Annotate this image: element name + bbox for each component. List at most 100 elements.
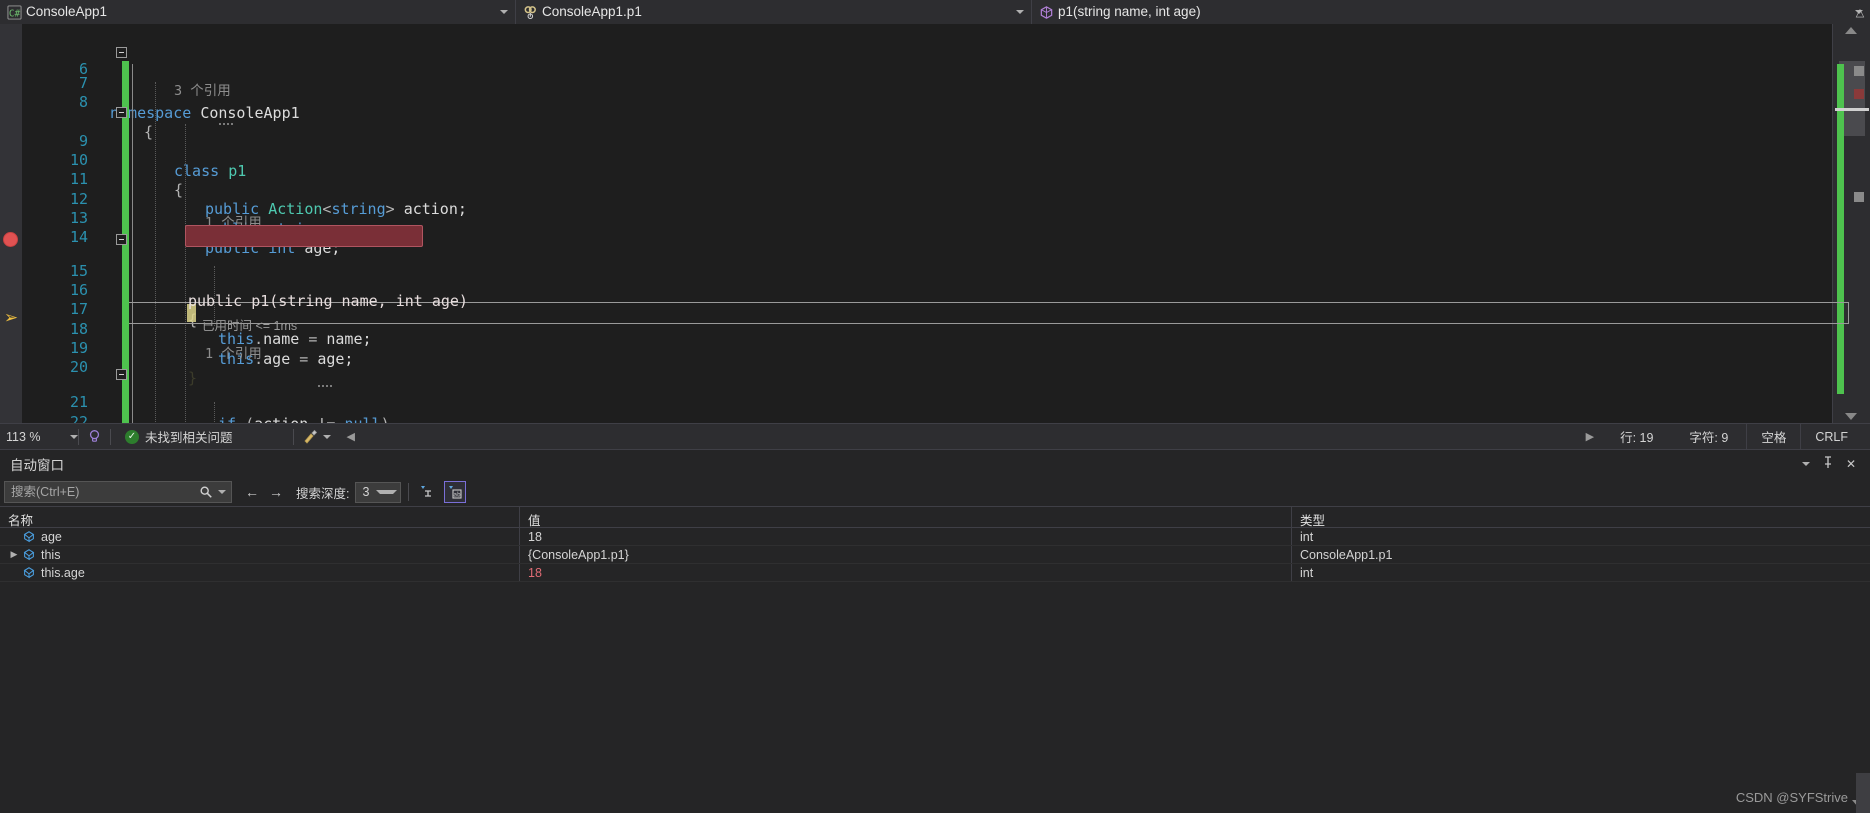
- column-header-value[interactable]: 值: [520, 507, 1292, 529]
- scrollbar-marker: [1854, 66, 1864, 76]
- code-line-partial: if (action != null): [218, 415, 390, 423]
- line-indicator: 行: 19: [1620, 431, 1654, 445]
- code-editor[interactable]: ➢ using System.Threading.Tasks; 6 7: [0, 24, 1870, 423]
- char-indicator: 字符: 9: [1689, 431, 1729, 445]
- column-header-type[interactable]: 类型: [1292, 507, 1870, 529]
- field-icon: [22, 548, 36, 562]
- chevron-down-icon[interactable]: [70, 434, 78, 439]
- table-row[interactable]: this.age 18 int: [0, 564, 1870, 582]
- svg-text:ab: ab: [454, 492, 462, 499]
- divider: [408, 483, 410, 501]
- code-line-breakpoint[interactable]: 15 public p1(string name, int age): [22, 226, 1870, 310]
- collapse-toggle-method[interactable]: [116, 369, 127, 380]
- problems-status[interactable]: ✓ 未找到相关问题: [111, 424, 241, 450]
- variable-name-cell[interactable]: this.age: [0, 564, 520, 581]
- watermark-text: CSDN @SYFStrive: [1735, 790, 1848, 805]
- search-options-chevron-down-icon[interactable]: [218, 490, 226, 494]
- variable-value[interactable]: {ConsoleApp1.p1}: [520, 546, 1292, 563]
- variable-name-cell[interactable]: age: [0, 528, 520, 545]
- variable-value[interactable]: 18: [520, 564, 1292, 581]
- intellisense-status-icon[interactable]: [79, 424, 110, 450]
- code-text-area[interactable]: using System.Threading.Tasks; 6 7 namesp…: [22, 24, 1870, 423]
- check-icon: ✓: [125, 429, 139, 444]
- search-input-wrapper[interactable]: [4, 481, 232, 503]
- variable-name: age: [41, 529, 62, 544]
- scroll-right-button[interactable]: ▶: [1578, 424, 1602, 450]
- expand-row-chevron-right-icon[interactable]: ▶: [8, 549, 20, 560]
- search-depth-combo[interactable]: 3: [355, 481, 402, 503]
- navigation-bar: C# ConsoleApp1 ConsoleApp1.p1 p1(string …: [0, 0, 1870, 24]
- search-next-button[interactable]: →: [264, 480, 288, 504]
- code-cleanup-button[interactable]: [294, 424, 339, 450]
- problems-status-label: 未找到相关问题: [145, 431, 233, 445]
- current-execution-arrow-icon: ➢: [3, 307, 19, 327]
- variable-type: int: [1300, 565, 1314, 580]
- status-bar-right: ▶ 行: 19 字符: 9 空格 CRLF: [1578, 423, 1870, 450]
- autos-window-title: 自动窗口: [10, 458, 64, 473]
- line-number: 19: [69, 339, 88, 357]
- chevron-down-icon[interactable]: [375, 490, 398, 494]
- project-dropdown-label: ConsoleApp1: [26, 4, 108, 19]
- search-input[interactable]: [11, 485, 194, 499]
- code-squiggle: [218, 122, 234, 125]
- class-icon: [522, 4, 538, 20]
- outline-guide: [185, 124, 186, 423]
- indentation-indicator[interactable]: 空格: [1746, 423, 1800, 450]
- line-number: 15: [69, 262, 88, 280]
- column-header-name[interactable]: 名称: [0, 507, 520, 529]
- field-icon: [22, 530, 36, 544]
- project-dropdown[interactable]: C# ConsoleApp1: [0, 0, 516, 24]
- table-row[interactable]: age 18 int: [0, 528, 1870, 546]
- field-icon: [22, 566, 36, 580]
- close-icon[interactable]: ✕: [1846, 457, 1856, 471]
- outline-guide: [214, 402, 215, 423]
- chevron-down-icon[interactable]: [1011, 0, 1029, 24]
- zoom-level-combo[interactable]: 113 %: [0, 430, 78, 444]
- breakpoint-marker[interactable]: [3, 232, 18, 247]
- breakpoint-gutter[interactable]: ➢: [0, 24, 22, 423]
- editor-scrollbar[interactable]: [1832, 24, 1870, 423]
- code-squiggle: [317, 384, 333, 387]
- zoom-level-value: 113 %: [6, 429, 41, 444]
- collapse-toggle-namespace[interactable]: [116, 47, 127, 58]
- member-dropdown-label: p1(string name, int age): [1058, 4, 1201, 19]
- scroll-up-arrow-icon[interactable]: [1845, 27, 1857, 34]
- variable-value[interactable]: 18: [520, 528, 1292, 545]
- editor-status-bar: 113 % ✓ 未找到相关问题 ◀ ▶ 行: 19 字符: 9 空格 CRLF: [0, 423, 1870, 450]
- svg-text:C#: C#: [8, 8, 20, 19]
- scrollbar-caret-marker: [1835, 108, 1869, 111]
- scrollbar-breakpoint-marker: [1854, 89, 1864, 99]
- autos-toolbar: ← → 搜索深度: 3 ab: [0, 478, 1870, 506]
- autos-scrollbar-thumb[interactable]: [1856, 773, 1870, 813]
- table-row[interactable]: ▶ this {ConsoleApp1.p1} ConsoleApp1.p1: [0, 546, 1870, 564]
- chevron-down-icon[interactable]: [495, 0, 513, 24]
- restore-window-icon[interactable]: △: [1850, 0, 1870, 24]
- member-dropdown[interactable]: p1(string name, int age): [1032, 0, 1870, 24]
- variable-name: this: [41, 547, 61, 562]
- search-previous-button[interactable]: ←: [240, 480, 264, 504]
- autos-window: 自动窗口 ✕ ← → 搜索深度: 3: [0, 449, 1870, 813]
- table-header-row: 名称 值 类型: [0, 506, 1870, 529]
- collapse-toggle-class[interactable]: [116, 107, 127, 118]
- pin-icon[interactable]: [1822, 456, 1834, 472]
- type-dropdown[interactable]: ConsoleApp1.p1: [516, 0, 1032, 24]
- variable-name-cell[interactable]: ▶ this: [0, 546, 520, 563]
- elapsed-time-tip: 已用时间 <= 1ms: [202, 319, 298, 333]
- search-icon[interactable]: [194, 480, 218, 504]
- scroll-left-button[interactable]: ◀: [339, 424, 363, 450]
- method-icon: [1038, 4, 1054, 20]
- code-line-current[interactable]: 19 } 已用时间 <= 1ms: [22, 303, 1870, 387]
- window-menu-chevron-down-icon[interactable]: [1801, 462, 1810, 466]
- autos-variables-table: 名称 值 类型 age 18 int ▶ this {ConsoleApp1.p…: [0, 506, 1870, 582]
- eol-indicator[interactable]: CRLF: [1800, 423, 1870, 450]
- chevron-down-icon[interactable]: [322, 434, 331, 439]
- pin-column-icon[interactable]: [416, 481, 438, 503]
- variable-type: ConsoleApp1.p1: [1300, 547, 1393, 562]
- scroll-down-arrow-icon[interactable]: [1845, 413, 1857, 420]
- collapse-toggle-ctor[interactable]: [116, 234, 127, 245]
- code-text: }: [188, 369, 198, 387]
- variable-name: this.age: [41, 565, 85, 580]
- autos-window-title-bar: 自动窗口 ✕: [0, 450, 1870, 478]
- hexadecimal-display-icon[interactable]: ab: [444, 481, 467, 503]
- variable-type: int: [1300, 529, 1314, 544]
